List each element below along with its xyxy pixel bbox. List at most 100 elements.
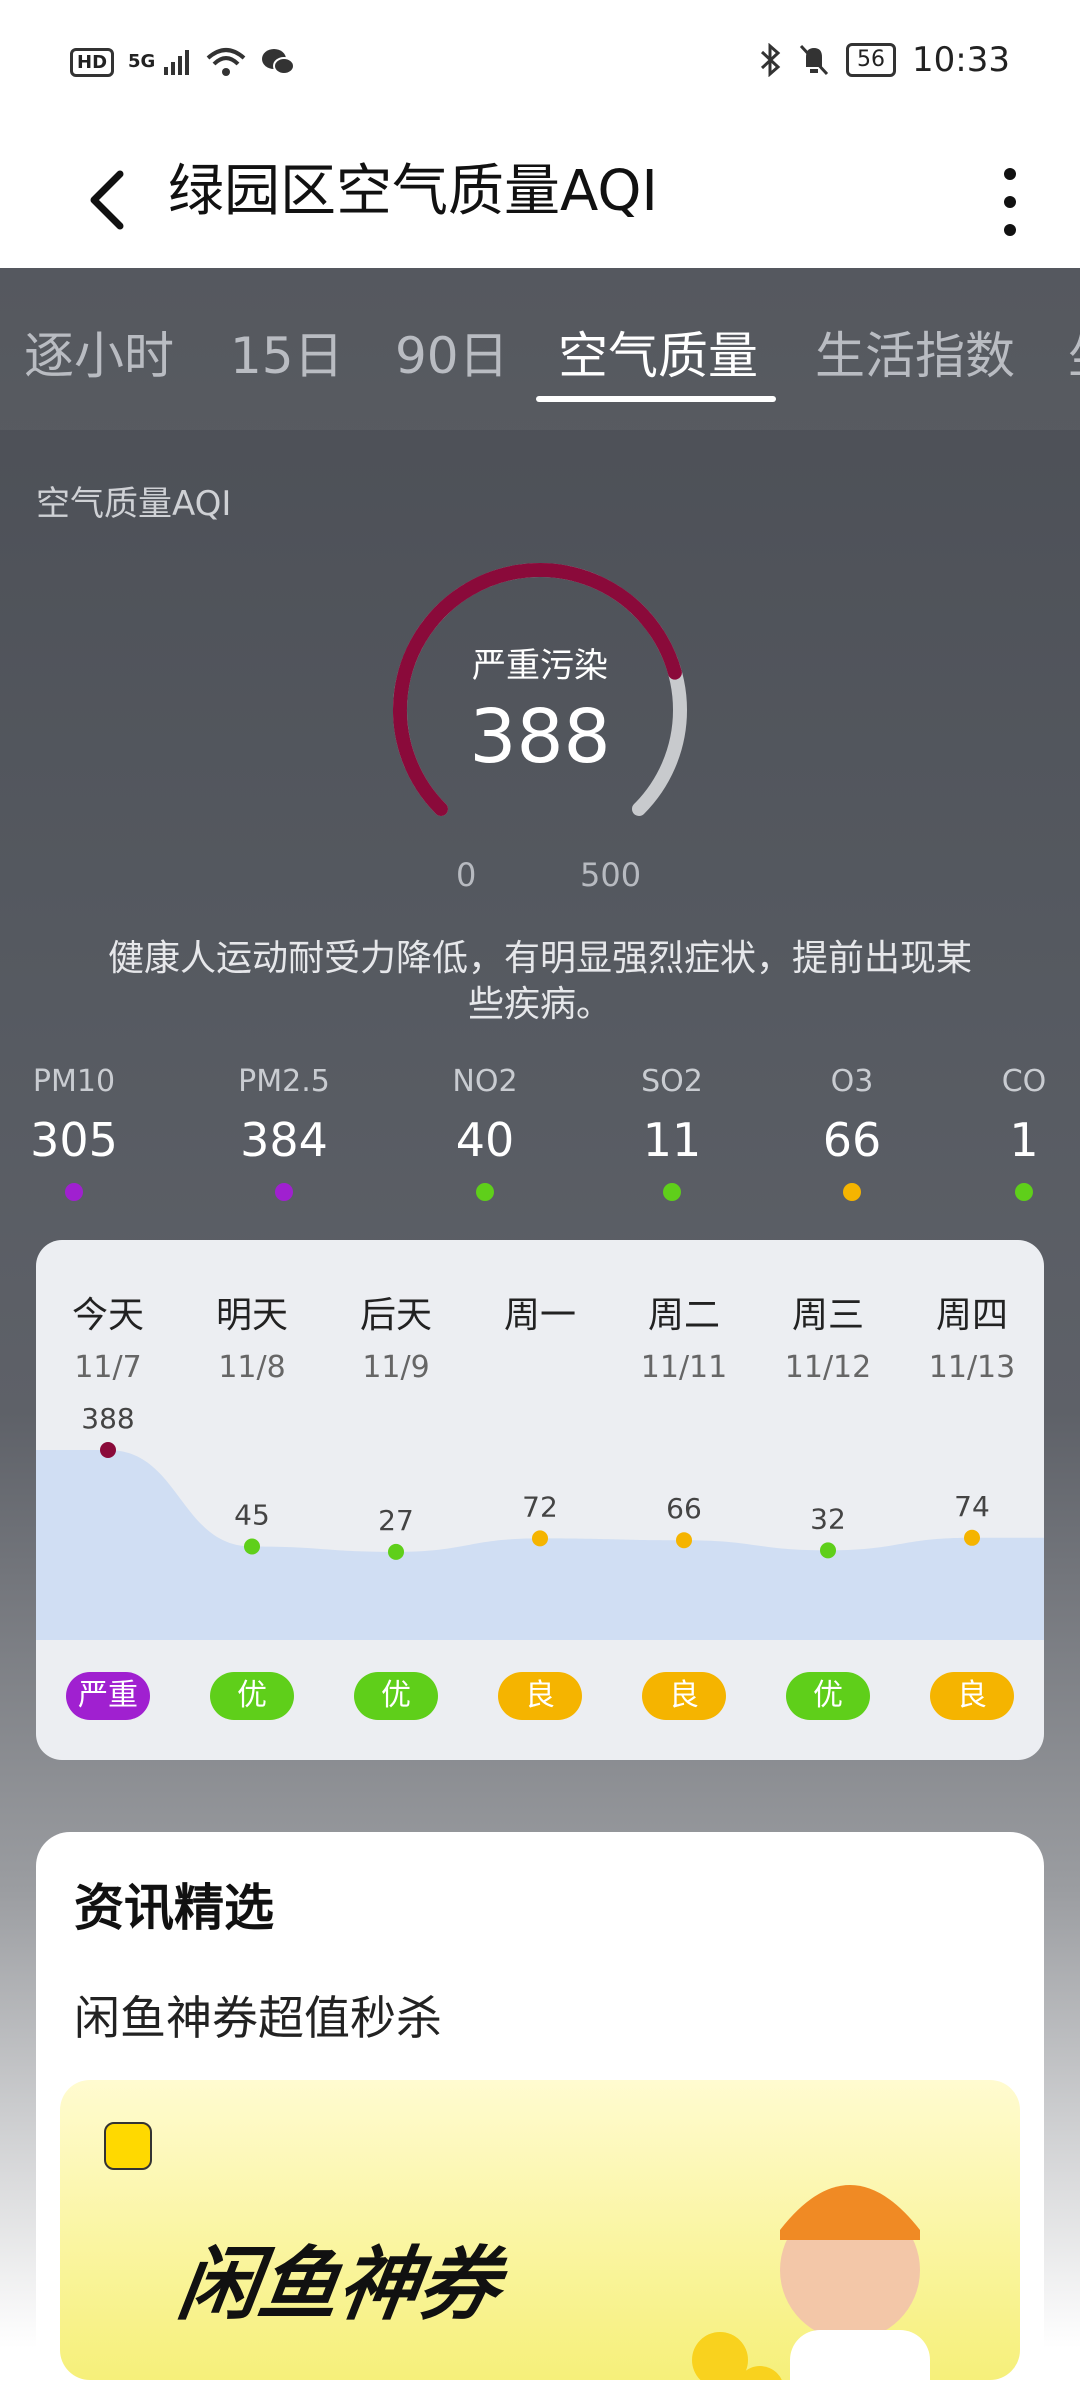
forecast-point [676, 1532, 692, 1549]
forecast-day[interactable]: 明天 11/8 [180, 1286, 324, 1385]
aqi-level-badge: 优 [354, 1672, 438, 1720]
pollutant-name: O3 [830, 1064, 874, 1099]
back-arrow-icon[interactable] [80, 160, 140, 240]
forecast-point [964, 1529, 980, 1546]
gauge-min: 0 [456, 856, 477, 894]
pollutant-dot [275, 1183, 293, 1201]
forecast-day[interactable]: 周一 [468, 1286, 612, 1385]
forecast-day-name: 明天 [215, 1295, 288, 1336]
battery-icon: 56 [846, 43, 897, 77]
pollutant-value: 66 [822, 1113, 882, 1167]
signal-label: 5G [128, 51, 156, 72]
forecast-point [388, 1543, 404, 1560]
forecast-point [820, 1542, 836, 1559]
pollutant-dot [1015, 1183, 1033, 1201]
status-left: HD 5G [70, 46, 296, 78]
pollutant-dot [663, 1183, 681, 1201]
tab-air-quality[interactable]: 空气质量 [558, 316, 758, 388]
forecast-day-name: 今天 [71, 1295, 144, 1336]
status-right: 56 10:33 [758, 40, 1010, 80]
news-banner[interactable]: 闲鱼神券 [60, 2080, 1020, 2380]
forecast-day[interactable]: 周三 11/12 [756, 1286, 900, 1385]
aqi-forecast-chart: 388 45 27 72 66 32 74 [36, 1402, 1044, 1640]
gauge-max: 500 [580, 856, 642, 894]
pollutant-value: 384 [240, 1113, 328, 1167]
pollutant-dot [65, 1183, 83, 1201]
forecast-date: 11/13 [928, 1350, 1016, 1385]
forecast-value-label: 66 [666, 1492, 702, 1525]
aqi-description: 健康人运动耐受力降低，有明显强烈症状，提前出现某些疾病。 [107, 938, 972, 1025]
signal-icon: 5G [128, 47, 192, 77]
aqi-level-badge: 优 [210, 1672, 294, 1720]
tab-bar: 逐小时 15日 90日 空气质量 生活指数 坐 [0, 268, 1080, 430]
forecast-day-name: 周二 [647, 1295, 720, 1336]
forecast-point [244, 1538, 260, 1555]
pollutant-so2[interactable]: SO2 11 [602, 1064, 742, 1201]
forecast-point [100, 1442, 116, 1458]
pollutant-dot [476, 1183, 494, 1201]
forecast-date: 11/11 [640, 1350, 728, 1385]
forecast-day-name: 周一 [503, 1295, 576, 1336]
forecast-day[interactable]: 今天 11/7 [36, 1286, 180, 1385]
aqi-level-badge: 优 [786, 1672, 870, 1720]
aqi-status: 严重污染 [472, 646, 608, 686]
pollutant-pm10[interactable]: PM10 305 [4, 1064, 144, 1201]
forecast-point [532, 1530, 548, 1547]
aqi-level-badge: 良 [930, 1672, 1014, 1720]
tab-90-day[interactable]: 90日 [395, 316, 509, 388]
aqi-level-badge: 良 [498, 1672, 582, 1720]
tab-active-indicator [536, 396, 776, 402]
forecast-day[interactable]: 周四 11/13 [900, 1286, 1044, 1385]
wechat-icon [261, 49, 295, 75]
tab-hourly[interactable]: 逐小时 [24, 316, 174, 388]
pollutant-o3[interactable]: O3 66 [782, 1064, 922, 1201]
forecast-value-label: 27 [378, 1504, 414, 1537]
clock: 10:33 [912, 40, 1010, 80]
forecast-value-label: 388 [81, 1402, 134, 1435]
mascot-illustration-icon [692, 2185, 930, 2380]
tab-15-day[interactable]: 15日 [230, 316, 344, 388]
mute-bell-icon [799, 44, 829, 76]
pollutant-co[interactable]: CO 1 [954, 1064, 1080, 1201]
tab-life-index[interactable]: 生活指数 [815, 316, 1015, 388]
forecast-date [468, 1350, 612, 1385]
tab-more[interactable]: 坐 [1068, 316, 1080, 388]
pollutant-no2[interactable]: NO2 40 [415, 1064, 555, 1201]
forecast-date: 11/7 [74, 1350, 142, 1385]
page-title: 绿园区空气质量AQI [168, 159, 658, 224]
pollutant-value: 11 [642, 1113, 702, 1167]
pollutant-value: 305 [30, 1113, 118, 1167]
pollutant-name: PM10 [32, 1064, 116, 1099]
pollutant-pm25[interactable]: PM2.5 384 [214, 1064, 354, 1201]
forecast-day-name: 后天 [359, 1295, 432, 1336]
xianyu-logo-icon [104, 2122, 152, 2170]
pollutant-name: PM2.5 [238, 1064, 330, 1099]
forecast-day[interactable]: 周二 11/11 [612, 1286, 756, 1385]
forecast-date: 11/8 [218, 1350, 286, 1385]
pollutant-name: SO2 [641, 1064, 703, 1099]
bluetooth-icon [760, 43, 781, 77]
pollutant-value: 40 [455, 1113, 515, 1167]
hd-icon: HD [70, 47, 115, 77]
aqi-section-label: 空气质量AQI [36, 484, 232, 524]
forecast-value-label: 74 [954, 1490, 990, 1523]
wifi-icon [206, 48, 245, 76]
forecast-value-label: 72 [522, 1490, 558, 1523]
forecast-date: 11/9 [362, 1350, 430, 1385]
aqi-level-badge: 良 [642, 1672, 726, 1720]
aqi-value: 388 [469, 694, 611, 780]
forecast-day-name: 周四 [935, 1295, 1008, 1336]
pollutant-dot [843, 1183, 861, 1201]
banner-text: 闲鱼神券 [172, 2238, 506, 2331]
status-bar: HD 5G 56 10:33 [0, 0, 1080, 130]
more-options-icon[interactable] [980, 150, 1040, 250]
forecast-day[interactable]: 后天 11/9 [324, 1286, 468, 1385]
pollutant-name: NO2 [452, 1064, 518, 1099]
aqi-forecast-card: 388 45 27 72 66 32 74 今天 11/7 严重 明天 11/8 优 后天 11/9 优 周一… [36, 1240, 1044, 1760]
pollutant-name: CO [1001, 1064, 1047, 1099]
news-headline[interactable]: 闲鱼神券超值秒杀 [74, 1982, 442, 2048]
aqi-level-badge: 严重 [66, 1672, 150, 1720]
forecast-day-name: 周三 [791, 1295, 864, 1336]
forecast-value-label: 32 [810, 1502, 846, 1535]
news-section-title: 资讯精选 [74, 1879, 274, 1937]
